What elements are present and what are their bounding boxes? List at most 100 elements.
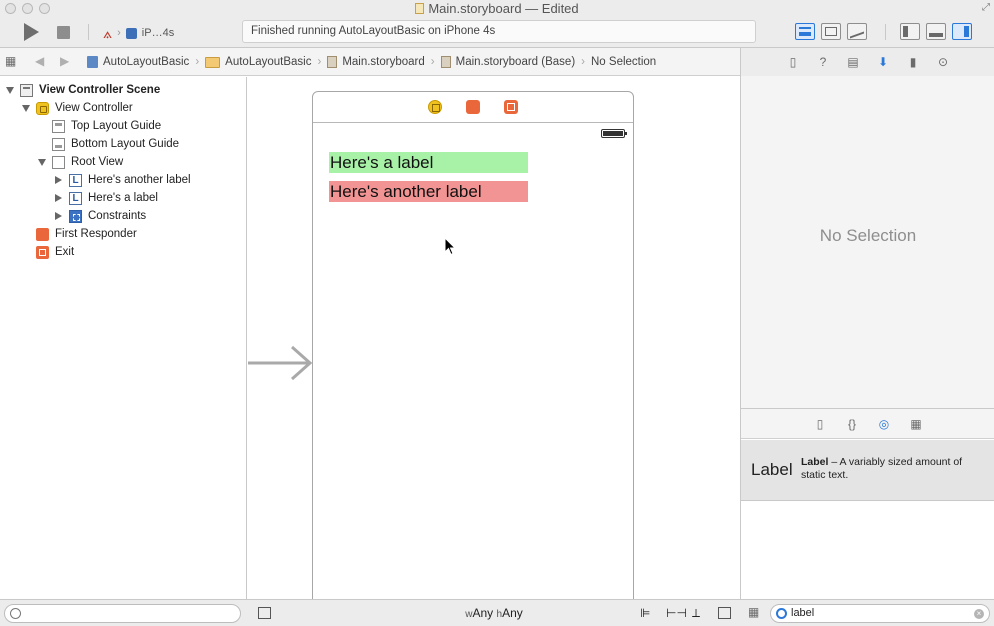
constraints-icon [69, 209, 82, 223]
jump-bar: ▦ ◀ ▶ AutoLayoutBasic › AutoLayoutBasic … [0, 48, 740, 76]
view-controller-scene[interactable]: Here's a label Here's another label [312, 91, 634, 599]
play-icon [23, 23, 39, 41]
library-search-field[interactable]: label × [770, 604, 990, 623]
storyboard-canvas[interactable]: Here's a label Here's another label [248, 77, 739, 599]
outline-item-root-view[interactable]: Root View [38, 153, 123, 171]
scene-dock [313, 92, 633, 123]
resizing-behavior-icon[interactable] [718, 607, 731, 619]
code-snippet-library-icon[interactable]: {} [844, 416, 860, 432]
back-arrow-icon[interactable]: ◀ [35, 54, 44, 68]
toolbar-divider [88, 24, 89, 40]
outline-item-label: View Controller [55, 102, 133, 114]
disclosure-triangle-icon[interactable] [55, 194, 62, 202]
device-icon [125, 27, 137, 39]
related-items-grid-icon[interactable]: ▦ [5, 54, 16, 68]
disclosure-triangle-icon[interactable] [6, 86, 14, 94]
disclosure-triangle-icon[interactable] [55, 212, 62, 220]
library-item-description: Label – A variably sized amount of stati… [801, 456, 987, 482]
outline-item-exit[interactable]: Exit [36, 243, 74, 261]
title-bar: Main.storyboard — Edited ⤢ [0, 0, 994, 16]
run-button[interactable] [20, 22, 42, 42]
outline-item-label: Constraints [88, 210, 147, 222]
canvas-bottom-bar: wAny hAny ⊫ ⊢⊣ ⟂ [248, 599, 740, 626]
layout-guide-icon [52, 137, 65, 151]
outline-item-label: Root View [71, 156, 124, 168]
folder-icon [205, 56, 221, 68]
outline-item-constraints[interactable]: Constraints [55, 207, 146, 225]
battery-icon [601, 129, 627, 138]
file-template-library-icon[interactable]: ▯ [812, 416, 828, 432]
view-controller-icon[interactable] [428, 100, 442, 114]
breadcrumb-label: Main.storyboard (Base) [455, 56, 576, 68]
quick-help-icon[interactable]: ? [815, 54, 831, 70]
label-heres-a-label[interactable]: Here's a label [329, 152, 528, 173]
breadcrumb: AutoLayoutBasic › AutoLayoutBasic › Main… [87, 48, 656, 76]
exit-icon[interactable] [504, 100, 518, 114]
outline-item-a-label[interactable]: L Here's a label [55, 189, 158, 207]
stop-button[interactable] [54, 22, 72, 42]
standard-editor-button[interactable] [795, 23, 815, 40]
assistant-editor-button[interactable] [821, 23, 841, 40]
outline-item-top-layout-guide[interactable]: Top Layout Guide [52, 117, 161, 135]
scene-icon [20, 83, 33, 97]
inspector-pane: ▯ ? ▤ ⬇ ▮ ⊙ No Selection [740, 48, 994, 408]
filter-icon [10, 608, 21, 619]
object-library-icon[interactable]: ◎ [876, 416, 892, 432]
first-responder-icon[interactable] [466, 100, 480, 114]
editor-mode-segmented-control [795, 23, 867, 41]
outline-item-label: Here's a label [88, 192, 158, 204]
activity-viewer: Finished running AutoLayoutBasic on iPho… [242, 20, 756, 43]
initial-view-controller-arrow-icon[interactable] [248, 339, 314, 387]
outline-item-label: Here's another label [88, 174, 191, 186]
fullscreen-icon[interactable]: ⤢ [982, 2, 990, 13]
pin-icon[interactable]: ⊢⊣ [666, 607, 687, 619]
outline-filter-bar [0, 599, 248, 626]
scheme-device-label: iP…4s [141, 27, 175, 39]
toolbar: ⟑ › iP…4s Finished running AutoLayoutBas… [0, 16, 994, 48]
disclosure-triangle-icon[interactable] [38, 158, 46, 166]
outline-item-bottom-layout-guide[interactable]: Bottom Layout Guide [52, 135, 179, 153]
library-item-label[interactable]: Label Label – A variably sized amount of… [741, 440, 994, 501]
document-outline: View Controller Scene View Controller To… [0, 77, 247, 599]
label-heres-another-label[interactable]: Here's another label [329, 181, 528, 202]
outline-item-first-responder[interactable]: First Responder [36, 225, 137, 243]
align-icon[interactable]: ⊫ [640, 607, 653, 619]
scheme-selector[interactable]: ⟑ › iP…4s [103, 24, 174, 42]
mouse-cursor-icon [445, 238, 457, 256]
breadcrumb-localization[interactable]: Main.storyboard (Base) [440, 56, 576, 68]
identity-inspector-icon[interactable]: ▤ [845, 54, 861, 70]
outline-item-label: Exit [55, 246, 75, 258]
disclosure-triangle-icon[interactable] [22, 104, 30, 112]
resolve-issues-icon[interactable]: ⟂ [692, 607, 705, 619]
version-editor-button[interactable] [847, 23, 867, 40]
version-editor-icon [850, 25, 864, 39]
toggle-utilities-button[interactable] [952, 23, 972, 40]
xcode-app-icon: ⟑ [103, 24, 113, 42]
size-class-height: Any [502, 606, 523, 620]
size-inspector-icon[interactable]: ▮ [905, 54, 921, 70]
breadcrumb-separator-icon: › [195, 56, 200, 68]
connections-inspector-icon[interactable]: ⊙ [935, 54, 951, 70]
breadcrumb-group[interactable]: AutoLayoutBasic [205, 56, 311, 68]
clear-search-icon[interactable]: × [974, 609, 984, 619]
breadcrumb-label: AutoLayoutBasic [103, 56, 190, 68]
toggle-navigator-button[interactable] [900, 23, 920, 40]
media-library-icon[interactable]: ▦ [908, 416, 924, 432]
outline-filter-field[interactable] [4, 604, 241, 623]
library-tabs: ▯ {} ◎ ▦ [741, 409, 994, 439]
forward-arrow-icon[interactable]: ▶ [60, 54, 69, 68]
toggle-debug-area-button[interactable] [926, 23, 946, 40]
disclosure-triangle-icon[interactable] [55, 176, 62, 184]
breadcrumb-label: Main.storyboard [342, 56, 425, 68]
outline-item-view-controller[interactable]: View Controller [22, 99, 133, 117]
breadcrumb-selection[interactable]: No Selection [591, 56, 656, 68]
attributes-inspector-icon[interactable]: ⬇ [875, 54, 891, 70]
library-view-mode-icon[interactable]: ▦ [748, 605, 759, 619]
outline-item-view-controller-scene[interactable]: View Controller Scene [6, 81, 160, 99]
outline-item-label: Bottom Layout Guide [71, 138, 180, 150]
breadcrumb-label: No Selection [591, 56, 657, 68]
breadcrumb-project[interactable]: AutoLayoutBasic [87, 56, 189, 68]
outline-item-another-label[interactable]: L Here's another label [55, 171, 191, 189]
breadcrumb-file[interactable]: Main.storyboard [327, 56, 425, 68]
file-inspector-icon[interactable]: ▯ [785, 54, 801, 70]
